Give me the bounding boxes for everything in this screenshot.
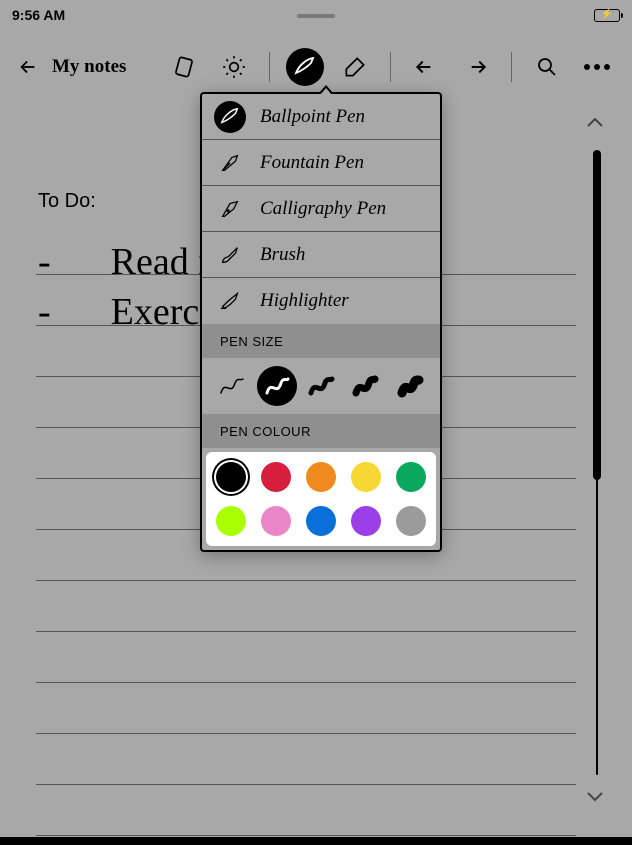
color-lime[interactable]	[216, 506, 246, 536]
scroll-down-chevron[interactable]	[586, 789, 604, 807]
back-button[interactable]	[14, 53, 42, 81]
pen-size-1[interactable]	[212, 366, 252, 406]
search-button[interactable]	[526, 46, 568, 88]
color-yellow[interactable]	[351, 462, 381, 492]
toolbar-separator	[511, 52, 512, 82]
more-button[interactable]	[576, 46, 618, 88]
pen-size-2[interactable]	[257, 366, 297, 406]
scroll-thumb[interactable]	[593, 150, 601, 480]
bottom-bar	[0, 837, 632, 845]
pen-label: Brush	[260, 244, 305, 266]
pen-option-highlighter[interactable]: Highlighter	[202, 278, 440, 324]
scroll-up-chevron[interactable]	[586, 116, 604, 134]
highlighter-icon	[214, 285, 246, 317]
toolbar: My notes	[0, 42, 632, 92]
color-orange[interactable]	[306, 462, 336, 492]
pen-option-fountain[interactable]: Fountain Pen	[202, 140, 440, 186]
pen-label: Highlighter	[260, 290, 349, 312]
color-blue[interactable]	[306, 506, 336, 536]
more-icon	[584, 64, 610, 70]
pen-popover: Ballpoint Pen Fountain Pen Calligraphy P…	[200, 92, 442, 552]
eraser-button[interactable]	[334, 46, 376, 88]
color-purple[interactable]	[351, 506, 381, 536]
pen-option-brush[interactable]: Brush	[202, 232, 440, 278]
battery-icon: ⚡	[594, 9, 620, 22]
pen-tool-button[interactable]	[284, 46, 326, 88]
color-gray[interactable]	[396, 506, 426, 536]
pen-color-header: PEN COLOUR	[202, 414, 440, 448]
calligraphy-pen-icon	[214, 193, 246, 225]
color-black[interactable]	[216, 462, 246, 492]
pen-size-header: PEN SIZE	[202, 324, 440, 358]
toolbar-separator	[269, 52, 270, 82]
pen-label: Ballpoint Pen	[260, 106, 365, 128]
brightness-button[interactable]	[213, 46, 255, 88]
pen-size-5[interactable]	[390, 366, 430, 406]
pen-option-calligraphy[interactable]: Calligraphy Pen	[202, 186, 440, 232]
pen-option-ballpoint[interactable]: Ballpoint Pen	[202, 94, 440, 140]
rotate-button[interactable]	[163, 46, 205, 88]
pen-label: Fountain Pen	[260, 152, 364, 174]
color-green[interactable]	[396, 462, 426, 492]
status-time: 9:56 AM	[12, 7, 65, 23]
fountain-pen-icon	[214, 147, 246, 179]
pen-size-3[interactable]	[301, 366, 341, 406]
todo-heading: To Do:	[38, 190, 96, 213]
drag-handle[interactable]	[297, 14, 335, 18]
color-pink[interactable]	[261, 506, 291, 536]
color-panel	[206, 452, 436, 546]
toolbar-separator	[390, 52, 391, 82]
pen-size-4[interactable]	[345, 366, 385, 406]
ballpoint-pen-icon	[214, 101, 246, 133]
redo-button[interactable]	[455, 46, 497, 88]
color-red[interactable]	[261, 462, 291, 492]
undo-button[interactable]	[405, 46, 447, 88]
pen-size-row	[202, 358, 440, 414]
brush-icon	[214, 239, 246, 271]
page-title: My notes	[52, 56, 126, 78]
pen-label: Calligraphy Pen	[260, 198, 386, 220]
